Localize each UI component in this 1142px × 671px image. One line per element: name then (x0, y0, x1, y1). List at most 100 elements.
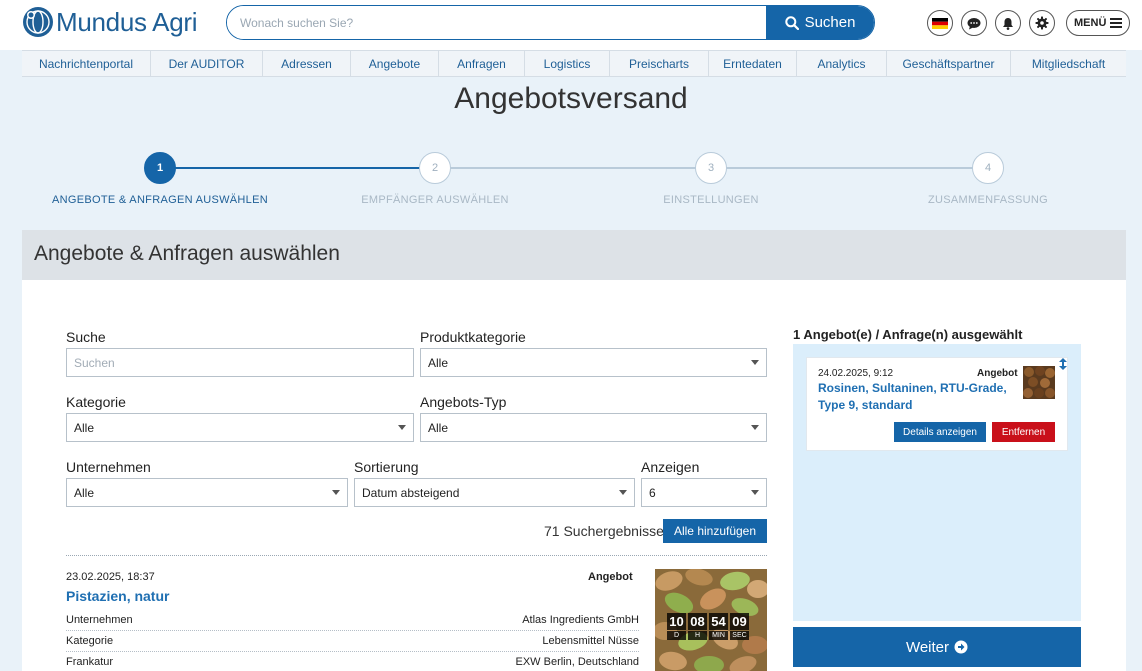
result-row-unternehmen: Unternehmen Atlas Ingredients GmbH (66, 609, 639, 631)
countdown-unit: MIN (709, 631, 728, 640)
selected-item-type: Angebot (977, 368, 1018, 379)
globe-logo-icon (23, 7, 53, 37)
nav-item-angebote[interactable]: Angebote (351, 51, 439, 76)
chat-button[interactable] (961, 10, 987, 36)
caret-down-icon (619, 490, 627, 495)
nav-item-preischarts[interactable]: Preischarts (610, 51, 709, 76)
countdown-value: 09 (730, 613, 749, 630)
result-date: 23.02.2025, 18:37 (66, 571, 155, 583)
details-button[interactable]: Details anzeigen (894, 422, 986, 442)
remove-button[interactable]: Entfernen (992, 422, 1055, 442)
continue-label: Weiter (905, 638, 950, 656)
caret-down-icon (751, 360, 759, 365)
unternehmen-label: Unternehmen (66, 459, 151, 475)
header-actions: MENÜ (927, 10, 1131, 36)
countdown-value: 10 (667, 613, 686, 630)
step-4-circle[interactable]: 4 (972, 152, 1004, 184)
row-value: Lebensmittel Nüsse (542, 634, 639, 647)
nav-item-geschaeftspartner[interactable]: Geschäftspartner (887, 51, 1011, 76)
step-1-circle[interactable]: 1 (144, 152, 176, 184)
countdown-value: 08 (688, 613, 707, 630)
menu-label: MENÜ (1074, 17, 1107, 29)
raisin-image[interactable] (1023, 366, 1055, 399)
kategorie-label: Kategorie (66, 394, 126, 410)
arrow-circle-right-icon (954, 640, 968, 654)
step-connector-3 (711, 167, 988, 169)
nav-item-analytics[interactable]: Analytics (797, 51, 887, 76)
produktkategorie-select[interactable]: Alle (420, 348, 767, 377)
produktkategorie-label: Produktkategorie (420, 329, 526, 345)
countdown-value: 54 (709, 613, 728, 630)
nav-item-nachrichtenportal[interactable]: Nachrichtenportal (22, 51, 151, 76)
nav-item-anfragen[interactable]: Anfragen (439, 51, 525, 76)
anzeigen-label: Anzeigen (641, 459, 700, 475)
angebotstyp-select[interactable]: Alle (420, 413, 767, 442)
search-button-label: Suchen (804, 14, 856, 31)
countdown-unit: H (688, 631, 707, 640)
add-all-button[interactable]: Alle hinzufügen (663, 519, 767, 543)
step-2-circle[interactable]: 2 (419, 152, 451, 184)
row-value: Atlas Ingredients GmbH (522, 613, 639, 626)
countdown-timer: 10 D 08 H 54 MIN 09 SEC (667, 613, 749, 640)
countdown-hours: 08 H (688, 613, 707, 640)
step-1-label: ANGEBOTE & ANFRAGEN AUSWÄHLEN (52, 194, 268, 206)
nav-item-auditor[interactable]: Der AUDITOR (151, 51, 263, 76)
main-nav: Nachrichtenportal Der AUDITOR Adressen A… (22, 50, 1126, 77)
section-title: Angebote & Anfragen auswählen (22, 230, 1126, 280)
bell-icon (1003, 17, 1013, 30)
angebotstyp-label: Angebots-Typ (420, 394, 507, 410)
row-key: Kategorie (66, 634, 114, 647)
unternehmen-select[interactable]: Alle (66, 478, 348, 507)
product-image[interactable]: 10 D 08 H 54 MIN 09 SEC (655, 569, 767, 671)
menu-button[interactable]: MENÜ (1066, 10, 1131, 36)
chat-icon (967, 17, 981, 29)
logo[interactable]: Mundus Agri (22, 6, 198, 38)
language-button[interactable] (927, 10, 953, 36)
suche-input[interactable]: Suchen (66, 348, 414, 377)
search-input[interactable] (227, 6, 766, 39)
nav-item-logistics[interactable]: Logistics (525, 51, 610, 76)
countdown-minutes: 54 MIN (709, 613, 728, 640)
sortierung-value: Datum absteigend (362, 485, 460, 500)
divider (66, 555, 767, 556)
notifications-button[interactable] (995, 10, 1021, 36)
angebotstyp-value: Alle (428, 420, 449, 435)
selected-item-date: 24.02.2025, 9:12 (818, 368, 894, 379)
flag-de-icon (932, 17, 948, 29)
nav-item-adressen[interactable]: Adressen (263, 51, 351, 76)
row-key: Unternehmen (66, 613, 133, 626)
search-button[interactable]: Suchen (766, 6, 874, 39)
selected-item-title-link[interactable]: Rosinen, Sultaninen, RTU-Grade, Type 9, … (818, 380, 1018, 414)
step-connector-1 (160, 167, 435, 169)
sortierung-select[interactable]: Datum absteigend (354, 478, 635, 507)
kategorie-value: Alle (74, 420, 95, 435)
suche-label: Suche (66, 329, 106, 345)
caret-down-icon (751, 425, 759, 430)
brand-name: Mundus Agri (56, 6, 198, 37)
search-icon (784, 15, 799, 30)
result-row-frankatur: Frankatur EXW Berlin, Deutschland (66, 651, 639, 671)
caret-down-icon (751, 490, 759, 495)
step-4-label: ZUSAMMENFASSUNG (927, 194, 1049, 206)
header: Mundus Agri Suchen (0, 0, 1142, 50)
nav-item-erntedaten[interactable]: Erntedaten (709, 51, 797, 76)
settings-button[interactable] (1029, 10, 1055, 36)
anzeigen-select[interactable]: 6 (641, 478, 767, 507)
step-2-label: EMPFÄNGER AUSWÄHLEN (361, 194, 509, 206)
step-3-circle[interactable]: 3 (695, 152, 727, 184)
continue-button[interactable]: Weiter (793, 627, 1081, 667)
sortierung-label: Sortierung (354, 459, 419, 475)
row-key: Frankatur (66, 655, 114, 668)
row-value: EXW Berlin, Deutschland (515, 655, 640, 668)
unternehmen-value: Alle (74, 485, 95, 500)
selection-title: 1 Angebot(e) / Anfrage(n) ausgewählt (793, 327, 1023, 342)
result-title-link[interactable]: Pistazien, natur (66, 588, 169, 604)
nav-item-mitgliedschaft[interactable]: Mitgliedschaft (1011, 51, 1126, 76)
result-type: Angebot (588, 571, 633, 583)
sort-arrows-icon[interactable] (1059, 358, 1067, 370)
kategorie-select[interactable]: Alle (66, 413, 414, 442)
countdown-unit: SEC (730, 631, 749, 640)
produktkategorie-value: Alle (428, 355, 449, 370)
countdown-unit: D (667, 631, 686, 640)
step-connector-2 (435, 167, 711, 169)
